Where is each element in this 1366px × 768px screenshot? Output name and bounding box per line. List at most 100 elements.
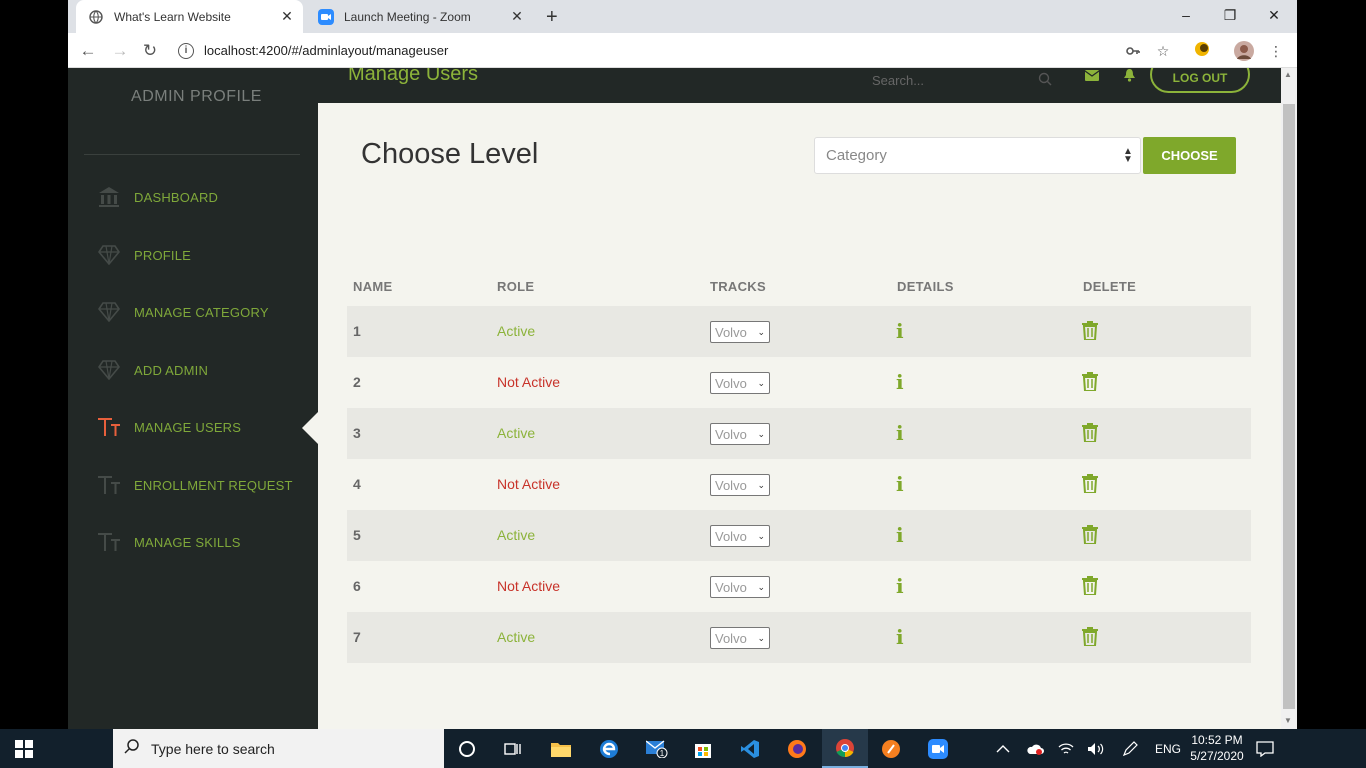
taskbar-search-placeholder: Type here to search	[151, 740, 275, 757]
tracks-select[interactable]: Volvo ⌄	[710, 627, 770, 649]
delete-trash-icon[interactable]	[1082, 525, 1100, 545]
scrollbar-thumb[interactable]	[1283, 104, 1295, 709]
restore-button[interactable]: ❐	[1208, 0, 1252, 33]
task-view-icon[interactable]	[490, 729, 536, 768]
user-role: Not Active	[497, 374, 561, 390]
sidebar-item-profile[interactable]: PROFILE	[68, 240, 318, 270]
tracks-select[interactable]: Volvo ⌄	[710, 474, 770, 496]
user-name: 6	[353, 578, 361, 594]
column-header-details: DETAILS	[897, 279, 954, 294]
info-icon[interactable]: i	[178, 42, 194, 59]
details-info-icon[interactable]: i	[896, 612, 904, 663]
sidebar-item-dashboard[interactable]: DASHBOARD	[68, 182, 318, 212]
cortana-icon[interactable]	[444, 729, 490, 768]
delete-trash-icon[interactable]	[1082, 474, 1100, 494]
scrollbar[interactable]: ▲ ▼	[1281, 68, 1297, 729]
sidebar-item-manage-users[interactable]: MANAGE USERS	[68, 412, 318, 442]
store-icon[interactable]	[680, 729, 726, 768]
diamond-icon	[94, 243, 124, 267]
tab-whats-learn[interactable]: What's Learn Website ✕	[76, 0, 303, 33]
tab-title: What's Learn Website	[114, 9, 231, 24]
diamond-icon	[94, 300, 124, 324]
details-info-icon[interactable]: i	[896, 561, 904, 612]
language-indicator[interactable]: ENG	[1155, 729, 1181, 768]
text-size-icon	[94, 530, 124, 554]
search-input[interactable]: Search...	[872, 68, 1052, 94]
windows-start-button[interactable]	[0, 729, 48, 768]
search-icon[interactable]	[1038, 72, 1052, 89]
table-row: 5 Active Volvo ⌄ i	[347, 510, 1251, 561]
tracks-select-value: Volvo	[715, 579, 747, 595]
mail-icon[interactable]: 1	[634, 729, 680, 768]
top-header: Manage Users Search... LOG OUT	[318, 68, 1281, 103]
vscode-icon[interactable]	[727, 729, 773, 768]
sidebar-item-enrollment-request[interactable]: ENROLLMENT REQUEST	[68, 470, 318, 500]
new-tab-button[interactable]: +	[546, 6, 558, 29]
details-info-icon[interactable]: i	[896, 459, 904, 510]
reload-button[interactable]: ↻	[138, 39, 162, 63]
details-info-icon[interactable]: i	[896, 510, 904, 561]
envelope-icon[interactable]	[1082, 68, 1102, 88]
details-info-icon[interactable]: i	[896, 408, 904, 459]
table-row: 1 Active Volvo ⌄ i	[347, 306, 1251, 357]
scroll-up-icon[interactable]: ▲	[1284, 70, 1292, 79]
forward-button[interactable]: →	[108, 39, 132, 63]
more-menu-icon[interactable]: ⋮	[1266, 41, 1286, 61]
tracks-select[interactable]: Volvo ⌄	[710, 525, 770, 547]
tracks-select[interactable]: Volvo ⌄	[710, 576, 770, 598]
tracks-select[interactable]: Volvo ⌄	[710, 321, 770, 343]
choose-button[interactable]: CHOOSE	[1143, 137, 1236, 174]
category-select[interactable]: Category ▲ ▼	[814, 137, 1141, 174]
logout-button[interactable]: LOG OUT	[1150, 68, 1250, 93]
zoom-icon	[318, 8, 334, 25]
delete-trash-icon[interactable]	[1082, 576, 1100, 596]
table-row: 6 Not Active Volvo ⌄ i	[347, 561, 1251, 612]
extension-icon[interactable]	[1192, 41, 1212, 61]
postman-icon[interactable]	[868, 729, 914, 768]
scroll-down-icon[interactable]: ▼	[1284, 716, 1292, 725]
avatar[interactable]	[1234, 41, 1254, 61]
tab-close-icon[interactable]: ✕	[277, 8, 297, 25]
firefox-icon[interactable]	[774, 729, 820, 768]
zoom-icon[interactable]	[915, 729, 961, 768]
bell-icon[interactable]	[1119, 68, 1139, 88]
back-button[interactable]: ←	[76, 39, 100, 63]
clock[interactable]: 10:52 PM 5/27/2020	[1188, 732, 1246, 764]
edge-icon[interactable]	[586, 729, 632, 768]
page-heading: Choose Level	[361, 138, 539, 170]
user-name: 5	[353, 527, 361, 543]
tracks-select[interactable]: Volvo ⌄	[710, 372, 770, 394]
action-center-icon[interactable]	[1256, 729, 1274, 768]
tracks-select-value: Volvo	[715, 528, 747, 544]
key-icon[interactable]	[1123, 41, 1143, 61]
close-window-button[interactable]: ✕	[1252, 0, 1296, 33]
sidebar-item-manage-skills[interactable]: MANAGE SKILLS	[68, 527, 318, 557]
pen-icon[interactable]	[1122, 729, 1138, 768]
details-info-icon[interactable]: i	[896, 306, 904, 357]
volume-icon[interactable]	[1087, 729, 1105, 768]
tab-zoom[interactable]: Launch Meeting - Zoom ✕	[306, 0, 533, 33]
details-info-icon[interactable]: i	[896, 357, 904, 408]
file-explorer-icon[interactable]	[538, 729, 584, 768]
user-role: Active	[497, 629, 536, 645]
sidebar-item-manage-category[interactable]: MANAGE CATEGORY	[68, 297, 318, 327]
tracks-select[interactable]: Volvo ⌄	[710, 423, 770, 445]
url-field[interactable]: i localhost:4200/#/adminlayout/manageuse…	[178, 37, 1158, 64]
bookmark-star-icon[interactable]: ☆	[1153, 41, 1173, 61]
show-hidden-icons-button[interactable]	[996, 729, 1010, 768]
delete-trash-icon[interactable]	[1082, 321, 1100, 341]
delete-trash-icon[interactable]	[1082, 423, 1100, 443]
chevron-down-icon: ⌄	[757, 377, 765, 388]
chrome-icon[interactable]	[822, 729, 868, 768]
minimize-button[interactable]: –	[1164, 0, 1208, 33]
onedrive-icon[interactable]	[1026, 729, 1044, 768]
clock-time: 10:52 PM	[1191, 733, 1243, 747]
column-header-role: ROLE	[497, 279, 535, 294]
delete-trash-icon[interactable]	[1082, 372, 1100, 392]
sidebar-item-add-admin[interactable]: ADD ADMIN	[68, 355, 318, 385]
tab-close-icon[interactable]: ✕	[507, 8, 527, 25]
clock-date: 5/27/2020	[1190, 749, 1244, 763]
network-icon[interactable]	[1058, 729, 1074, 768]
taskbar-search-input[interactable]: Type here to search	[113, 729, 444, 768]
delete-trash-icon[interactable]	[1082, 627, 1100, 647]
